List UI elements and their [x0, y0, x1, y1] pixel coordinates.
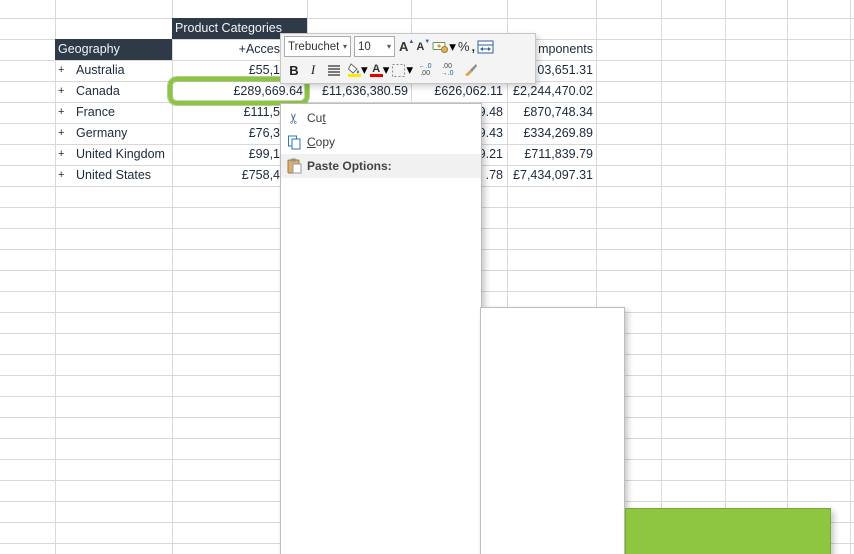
comma-style-button[interactable]: ,: [472, 36, 476, 58]
context-menu: ✂Cut Copy Paste Options:: [280, 103, 482, 554]
italic-button[interactable]: I: [305, 59, 321, 81]
grow-font-icon: A: [399, 39, 408, 54]
menu-item-label: Cut: [307, 111, 465, 125]
row-expander[interactable]: +: [58, 60, 72, 81]
font-name-combo[interactable]: Trebuchet ▾: [284, 36, 351, 57]
xlcubed-submenu: [480, 307, 625, 554]
value-cell[interactable]: £870,748.34: [500, 102, 593, 123]
excel-worksheet: Product CategoriesGeography+Accesmponent…: [0, 0, 854, 554]
chevron-down-icon: ▾: [384, 42, 394, 51]
menu-item-label: Paste Options:: [307, 159, 465, 173]
row-expander[interactable]: +: [58, 165, 72, 186]
column-header-accessories[interactable]: +Acces: [172, 39, 280, 60]
merge-center-button[interactable]: [477, 36, 494, 58]
merge-center-icon: [477, 40, 494, 54]
value-cell[interactable]: £334,269.89: [500, 123, 593, 144]
mini-toolbar: Trebuchet ▾ 10 ▾ A▲ A▼ ▾ % ,: [280, 33, 536, 84]
borders-icon: [391, 63, 406, 78]
gridline: [725, 0, 726, 554]
chevron-down-icon: ▾: [383, 62, 390, 78]
menu-item-cut[interactable]: ✂Cut: [281, 106, 481, 130]
value-cell[interactable]: £758,4: [172, 165, 280, 186]
increase-decimal-button[interactable]: ←.0 .00: [415, 59, 435, 81]
center-align-button[interactable]: [323, 59, 345, 81]
chevron-down-icon: ▾: [449, 39, 456, 55]
chevron-down-icon: ▾: [406, 62, 413, 78]
decrease-decimal-icon: .00 →.0: [441, 63, 454, 77]
chevron-down-icon: ▾: [340, 42, 350, 51]
geography-label-cell[interactable]: Canada: [76, 81, 171, 102]
font-color-button[interactable]: A ▾: [370, 59, 390, 81]
format-painter-button[interactable]: [459, 59, 481, 81]
row-header-geography[interactable]: Geography: [55, 39, 172, 60]
geography-label-cell[interactable]: United States: [76, 165, 171, 186]
geography-label-cell[interactable]: Germany: [76, 123, 171, 144]
value-cell[interactable]: £111,5: [172, 102, 280, 123]
money-icon: [432, 40, 449, 53]
value-cell[interactable]: £626,062.11: [411, 81, 503, 102]
center-align-icon: [327, 64, 341, 76]
gridline: [850, 0, 851, 554]
gridline: [661, 0, 662, 554]
value-cell[interactable]: £7,434,097.31: [500, 165, 593, 186]
increase-decimal-icon: ←.0 .00: [419, 63, 432, 77]
value-cell[interactable]: £2,244,470.02: [500, 81, 593, 102]
down-arrow-icon: ▼: [424, 39, 430, 45]
mini-toolbar-row-2: B I ▾ A ▾: [284, 59, 532, 83]
geography-label-cell[interactable]: France: [76, 102, 171, 123]
gridline: [55, 0, 56, 554]
gridline: [0, 18, 854, 19]
menu-item-label: Copy: [307, 135, 465, 149]
value-cell[interactable]: £99,1: [172, 144, 280, 165]
scissors-icon: ✂: [281, 110, 307, 127]
borders-button[interactable]: ▾: [391, 59, 413, 81]
font-name-value: Trebuchet: [288, 41, 339, 53]
font-size-combo[interactable]: 10 ▾: [354, 36, 395, 57]
percent-style-button[interactable]: %: [458, 36, 470, 58]
geography-label-cell[interactable]: Australia: [76, 60, 171, 81]
value-cell[interactable]: £711,839.79: [500, 144, 593, 165]
geography-label-cell[interactable]: United Kingdom: [76, 144, 171, 165]
copy-icon: [281, 135, 307, 150]
bold-button[interactable]: B: [285, 59, 303, 81]
grow-font-button[interactable]: A▲: [399, 36, 414, 58]
format-painter-brush-icon: [462, 63, 478, 77]
shrink-font-button[interactable]: A▼: [416, 36, 430, 58]
row-expander[interactable]: +: [58, 81, 72, 102]
decrease-decimal-button[interactable]: .00 →.0: [437, 59, 457, 81]
shrink-font-icon: A: [416, 41, 424, 53]
menu-item-copy[interactable]: Copy: [281, 130, 481, 154]
accounting-format-button[interactable]: ▾: [432, 36, 456, 58]
font-color-icon: A: [370, 64, 383, 77]
gridline: [787, 0, 788, 554]
value-cell[interactable]: £76,3: [172, 123, 280, 144]
menu-item-paste-options: Paste Options:: [281, 154, 481, 178]
formatting-submenu: [625, 508, 831, 554]
row-expander[interactable]: +: [58, 144, 72, 165]
fill-color-icon: [347, 63, 361, 77]
fill-color-button[interactable]: ▾: [347, 59, 368, 81]
font-size-value: 10: [358, 41, 371, 53]
value-cell[interactable]: £11,636,380.59: [307, 81, 408, 102]
chevron-down-icon: ▾: [361, 62, 368, 78]
row-expander[interactable]: +: [58, 123, 72, 144]
mini-toolbar-row-1: Trebuchet ▾ 10 ▾ A▲ A▼ ▾ % ,: [284, 35, 532, 59]
up-arrow-icon: ▲: [408, 39, 414, 45]
row-expander[interactable]: +: [58, 102, 72, 123]
paste-clipboard-icon: [281, 158, 307, 174]
